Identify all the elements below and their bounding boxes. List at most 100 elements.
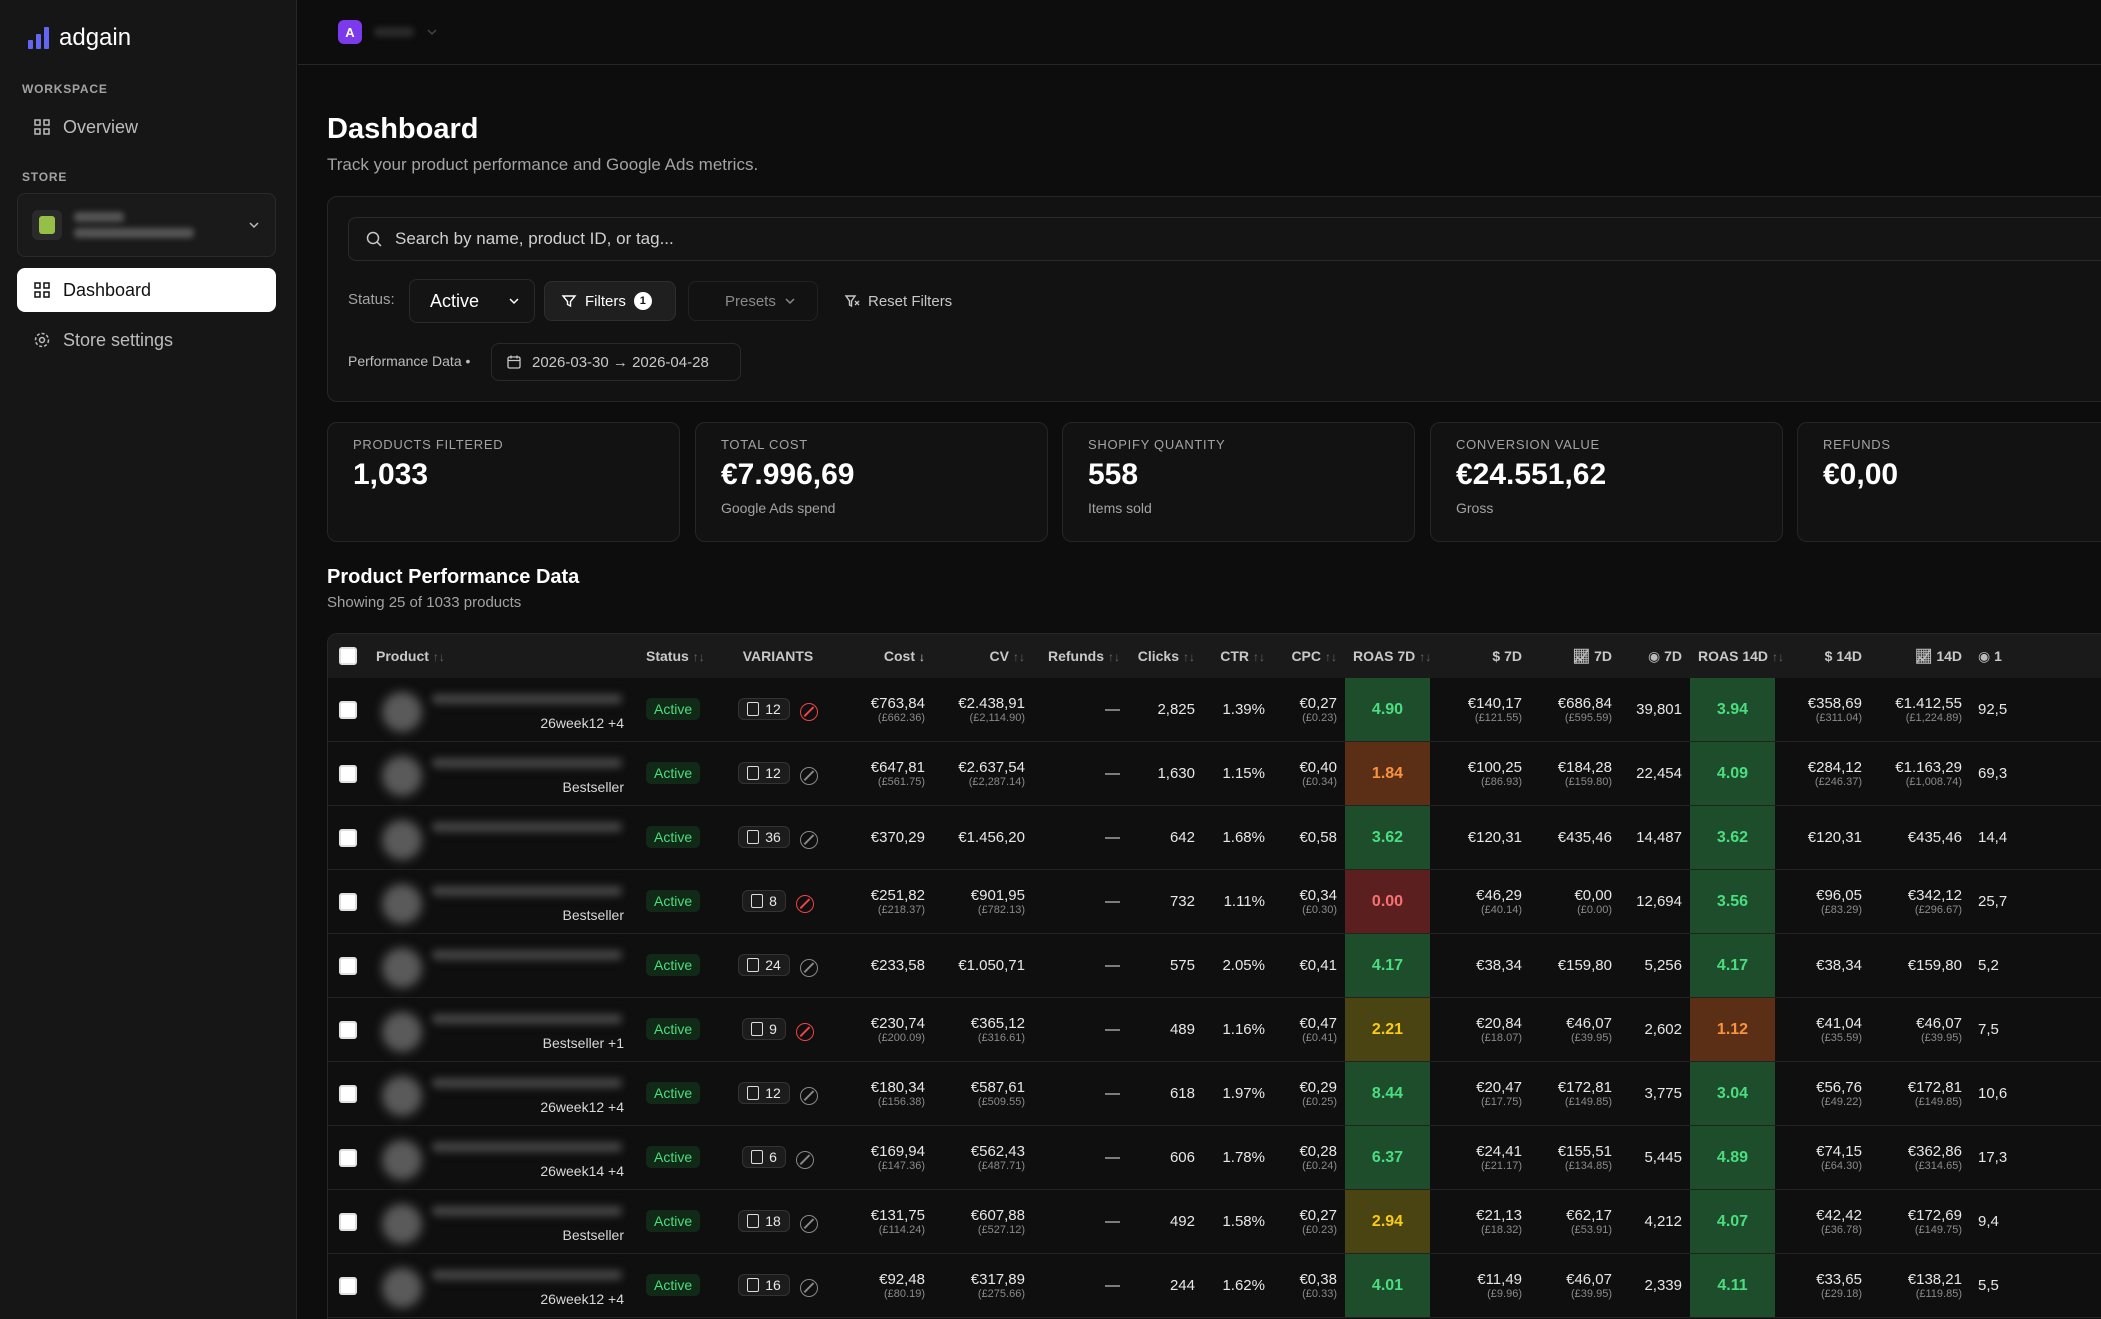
table-row[interactable]: 26week14 +4 Active 6 €169,94 (£147.36) €5…	[328, 1125, 2101, 1190]
column-header-cpc[interactable]: CPC ↑↓	[1273, 634, 1345, 678]
reset-filters-button[interactable]: Reset Filters	[844, 281, 952, 321]
variants-count-badge[interactable]: 18	[738, 1209, 790, 1232]
variants-cell[interactable]: 12	[723, 741, 833, 806]
column-header-cost[interactable]: Cost ↓	[833, 634, 933, 678]
product-cell[interactable]: Bestseller +1	[368, 997, 638, 1062]
table-row[interactable]: Active 36 €370,29 €1.456,20 — 642 1.68% …	[328, 805, 2101, 870]
product-cell[interactable]: 26week12 +4	[368, 678, 638, 742]
variants-count-badge[interactable]: 36	[738, 825, 790, 848]
row-checkbox[interactable]	[328, 1189, 368, 1254]
ban-icon[interactable]	[799, 1215, 818, 1234]
ban-icon[interactable]	[799, 831, 818, 850]
ban-icon[interactable]	[799, 1087, 818, 1106]
status-select[interactable]: Active	[409, 279, 535, 323]
workspace-badge[interactable]: A	[338, 20, 362, 44]
column-header-ctr[interactable]: CTR ↑↓	[1203, 634, 1273, 678]
table-row[interactable]: 26week12 +4 Active 12 €763,84 (£662.36) €…	[328, 678, 2101, 742]
ban-icon[interactable]	[795, 895, 814, 914]
date-range-picker[interactable]: 2026-03-30 → 2026-04-28	[491, 343, 741, 381]
variants-cell[interactable]: 12	[723, 678, 833, 742]
cell-sub-value: (£40.14)	[1481, 903, 1522, 916]
product-cell[interactable]: 26week14 +4	[368, 1125, 638, 1190]
table-row[interactable]: Bestseller Active 18 €131,75 (£114.24) €6…	[328, 1189, 2101, 1254]
column-header-status[interactable]: Status ↑↓	[638, 634, 723, 678]
table-row[interactable]: 26week12 +4 Active 12 €180,34 (£156.38) €…	[328, 1061, 2101, 1126]
row-checkbox[interactable]	[328, 805, 368, 870]
product-cell[interactable]: Bestseller	[368, 741, 638, 806]
variants-cell[interactable]: 36	[723, 805, 833, 870]
select-all-checkbox[interactable]	[328, 634, 368, 678]
presets-button[interactable]: Presets	[688, 281, 818, 321]
product-cell[interactable]	[368, 933, 638, 998]
ban-icon[interactable]	[799, 703, 818, 722]
chevron-down-icon[interactable]	[426, 26, 438, 38]
variants-count-badge[interactable]: 9	[742, 1017, 786, 1040]
cell-sub-value: (£218.37)	[877, 903, 925, 916]
variants-count-badge[interactable]: 12	[738, 761, 790, 784]
variants-cell[interactable]: 18	[723, 1189, 833, 1254]
ban-icon[interactable]	[799, 1279, 818, 1298]
ban-icon[interactable]	[799, 767, 818, 786]
table-row[interactable]: Active 24 €233,58 €1.050,71 — 575 2.05% …	[328, 933, 2101, 998]
sidebar-item-dashboard[interactable]: Dashboard	[17, 268, 276, 312]
ban-icon[interactable]	[799, 959, 818, 978]
product-cell[interactable]: 26week12 +4	[368, 1061, 638, 1126]
product-cell[interactable]: 26week12 +4	[368, 1253, 638, 1318]
column-header-roas-14d[interactable]: ROAS 14D ↑↓	[1690, 634, 1784, 678]
cell-sub-value: (£29.18)	[1821, 1287, 1862, 1300]
variants-cell[interactable]: 6	[723, 1125, 833, 1190]
variants-cell[interactable]: 8	[723, 869, 833, 934]
row-checkbox[interactable]	[328, 1253, 368, 1318]
stat-value: €7.996,69	[721, 458, 855, 491]
cell-sub-value: (£0.25)	[1302, 1095, 1337, 1108]
cpc-cell: €0,27 (£0.23)	[1273, 1189, 1345, 1254]
cell-sub-value: (£595.59)	[1564, 711, 1612, 724]
roas-7d-cell: 8.44	[1345, 1061, 1430, 1126]
row-checkbox[interactable]	[328, 869, 368, 934]
variants-cell[interactable]: 24	[723, 933, 833, 998]
sidebar-item-overview[interactable]: Overview	[17, 105, 276, 149]
variants-count-badge[interactable]: 6	[742, 1145, 786, 1168]
search-input[interactable]: Search by name, product ID, or tag...	[348, 217, 2101, 261]
variants-count-badge[interactable]: 16	[738, 1273, 790, 1296]
stat-label: PRODUCTS FILTERED	[353, 437, 504, 452]
table-row[interactable]: Bestseller Active 8 €251,82 (£218.37) €90…	[328, 869, 2101, 934]
cell-value: €11,49	[1477, 1270, 1522, 1288]
table-row[interactable]: Bestseller Active 12 €647,81 (£561.75) €2…	[328, 741, 2101, 806]
column-header-roas-7d[interactable]: ROAS 7D ↑↓	[1345, 634, 1431, 678]
cell-sub-value: (£0.23)	[1302, 711, 1337, 724]
ban-icon[interactable]	[795, 1023, 814, 1042]
row-checkbox[interactable]	[328, 678, 368, 742]
cell-value: 1.16%	[1222, 1021, 1265, 1038]
variants-count-badge[interactable]: 8	[742, 889, 786, 912]
app-logo[interactable]: adgain	[28, 24, 131, 52]
column-header-refunds[interactable]: Refunds ↑↓	[1033, 634, 1128, 678]
variants-cell[interactable]: 12	[723, 1061, 833, 1126]
product-cell[interactable]: Bestseller	[368, 1189, 638, 1254]
filters-button[interactable]: Filters 1	[544, 281, 676, 321]
table-row[interactable]: 26week12 +4 Active 16 €92,48 (£80.19) €31…	[328, 1253, 2101, 1318]
row-checkbox[interactable]	[328, 1061, 368, 1126]
filters-count-badge: 1	[633, 292, 652, 310]
variants-count-badge[interactable]: 12	[738, 1081, 790, 1104]
ban-icon[interactable]	[795, 1151, 814, 1170]
column-header-product[interactable]: Product ↑↓	[368, 634, 638, 678]
product-cell[interactable]: Bestseller	[368, 869, 638, 934]
row-checkbox[interactable]	[328, 741, 368, 806]
table-row[interactable]: Bestseller +1 Active 9 €230,74 (£200.09) …	[328, 997, 2101, 1062]
row-checkbox[interactable]	[328, 1125, 368, 1190]
clicks-cell: 606	[1128, 1125, 1203, 1190]
column-header-clicks[interactable]: Clicks ↑↓	[1128, 634, 1203, 678]
sidebar-item-store-settings[interactable]: Store settings	[17, 318, 276, 362]
product-cell[interactable]	[368, 805, 638, 870]
row-checkbox[interactable]	[328, 933, 368, 998]
variants-cell[interactable]: 9	[723, 997, 833, 1062]
row-checkbox[interactable]	[328, 997, 368, 1062]
store-selector[interactable]	[17, 193, 276, 257]
cell-value: €42,42	[1816, 1206, 1862, 1224]
eye-14d-cell: 7,5	[1970, 997, 2101, 1062]
column-header-cv[interactable]: CV ↑↓	[933, 634, 1033, 678]
variants-count-badge[interactable]: 12	[738, 697, 790, 720]
variants-count-badge[interactable]: 24	[738, 953, 790, 976]
variants-cell[interactable]: 16	[723, 1253, 833, 1318]
